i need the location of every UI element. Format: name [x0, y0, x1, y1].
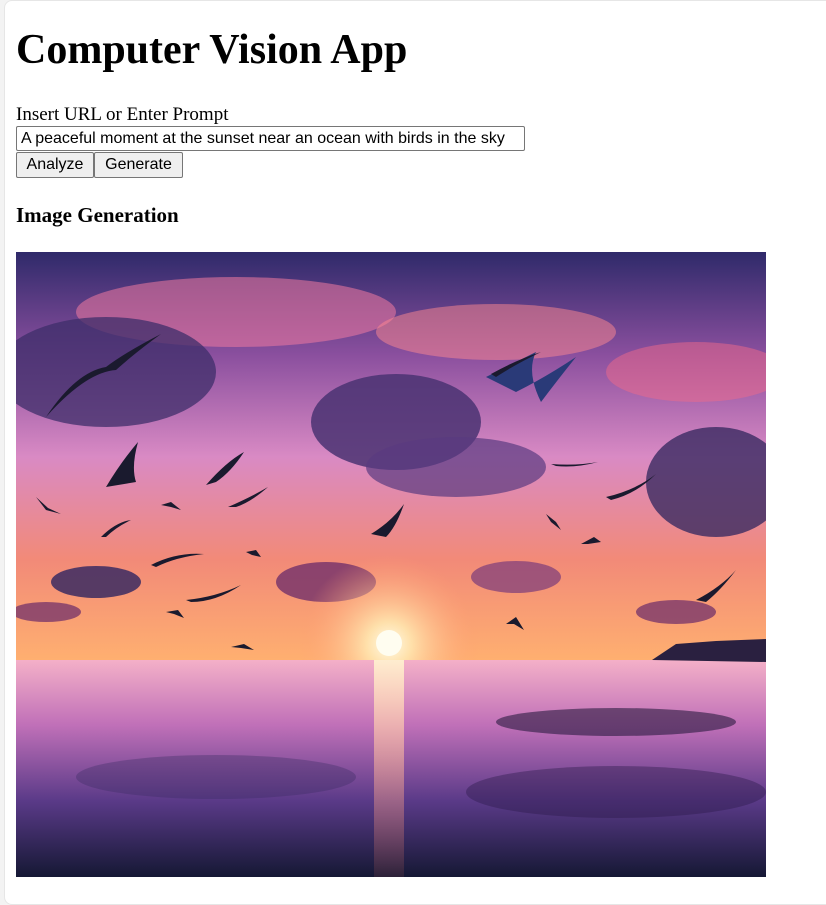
prompt-label: Insert URL or Enter Prompt: [16, 104, 229, 125]
sunset-image: [16, 252, 766, 877]
generate-button[interactable]: Generate: [94, 152, 183, 178]
page-title: Computer Vision App: [16, 27, 408, 73]
section-heading: Image Generation: [16, 203, 179, 227]
analyze-button[interactable]: Analyze: [16, 152, 94, 178]
generated-image: [16, 252, 766, 877]
prompt-input[interactable]: [16, 126, 525, 151]
app-window: Computer Vision App Insert URL or Enter …: [4, 0, 826, 905]
